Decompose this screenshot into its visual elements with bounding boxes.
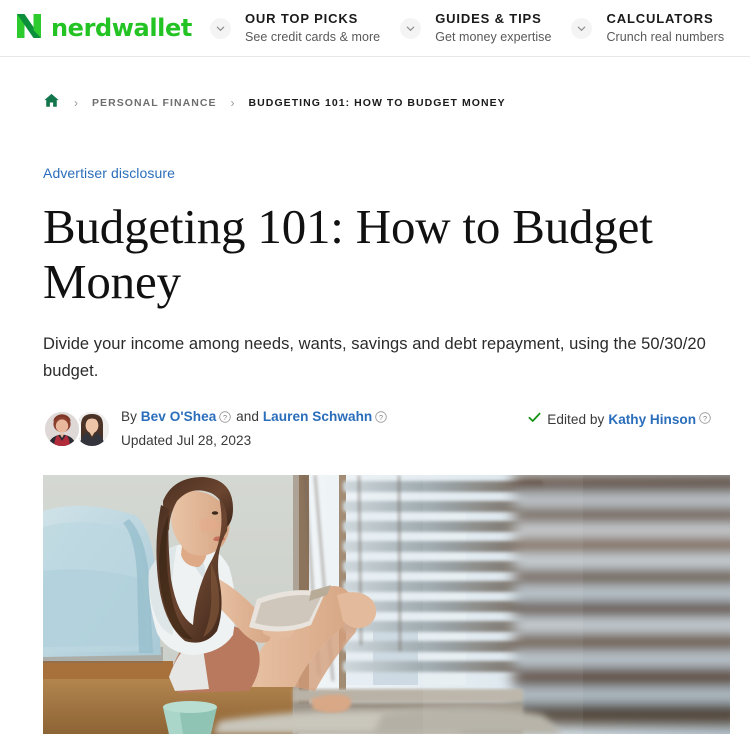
breadcrumb-item-personal-finance[interactable]: PERSONAL FINANCE — [92, 97, 217, 109]
nerdwallet-n-logo-icon — [14, 11, 44, 46]
author-link-lauren-schwahn[interactable]: Lauren Schwahn — [263, 409, 372, 424]
byline-row: By Bev O'Shea? and Lauren Schwahn? Updat… — [43, 407, 730, 451]
primary-nav: OUR TOP PICKS See credit cards & more GU… — [209, 11, 744, 45]
page-content: › PERSONAL FINANCE › BUDGETING 101: HOW … — [0, 92, 750, 734]
byline-editor: Edited by Kathy Hinson? — [528, 407, 712, 429]
svg-text:?: ? — [223, 412, 227, 421]
byline-text: By Bev O'Shea? and Lauren Schwahn? Updat… — [121, 407, 388, 451]
author-avatars — [43, 409, 111, 448]
breadcrumb: › PERSONAL FINANCE › BUDGETING 101: HOW … — [43, 92, 730, 114]
brand-logo-link[interactable]: nerdwallet — [14, 11, 192, 46]
nav-item-calculators[interactable]: CALCULATORS Crunch real numbers — [606, 11, 724, 45]
page-title: Budgeting 101: How to Budget Money — [43, 199, 653, 310]
breadcrumb-separator: › — [230, 96, 235, 110]
avatar[interactable] — [43, 409, 81, 448]
breadcrumb-item-current: BUDGETING 101: HOW TO BUDGET MONEY — [248, 97, 506, 109]
advertiser-disclosure-link[interactable]: Advertiser disclosure — [43, 165, 175, 181]
article-updated-date: Updated Jul 28, 2023 — [121, 433, 252, 449]
question-mark-info-icon[interactable]: ? — [219, 409, 232, 429]
article-deck: Divide your income among needs, wants, s… — [43, 334, 706, 380]
nav-item-title: GUIDES & TIPS — [435, 11, 542, 27]
chevron-down-icon-our-top-picks[interactable] — [209, 17, 231, 39]
byline-authors-line: By Bev O'Shea? and Lauren Schwahn? — [121, 407, 388, 429]
nav-item-subtitle: Get money expertise — [435, 29, 552, 44]
question-mark-info-icon[interactable]: ? — [375, 409, 388, 429]
svg-text:?: ? — [379, 412, 383, 421]
editor-link-kathy-hinson[interactable]: Kathy Hinson — [608, 412, 696, 427]
author-link-bev-oshea[interactable]: Bev O'Shea — [141, 409, 217, 424]
site-header: nerdwallet OUR TOP PICKS See credit card… — [0, 0, 750, 57]
nav-item-guides-tips[interactable]: GUIDES & TIPS Get money expertise — [435, 11, 551, 45]
nav-item-subtitle: See credit cards & more — [244, 29, 381, 44]
nav-item-title: CALCULATORS — [606, 11, 714, 27]
nav-item-subtitle: Crunch real numbers — [606, 29, 725, 44]
article-hero-image — [43, 474, 730, 734]
byline-conjunction: and — [236, 408, 259, 424]
nav-item-title: OUR TOP PICKS — [244, 11, 359, 27]
chevron-down-icon-guides-tips[interactable] — [400, 17, 422, 39]
nav-item-our-top-picks[interactable]: OUR TOP PICKS See credit cards & more — [245, 11, 380, 45]
edited-by-label: Edited by — [547, 412, 605, 427]
brand-wordmark: nerdwallet — [51, 14, 192, 42]
breadcrumb-separator: › — [74, 96, 78, 110]
home-icon[interactable] — [43, 92, 60, 114]
svg-text:?: ? — [703, 413, 707, 422]
byline-authors: By Bev O'Shea? and Lauren Schwahn? Updat… — [43, 407, 388, 451]
chevron-down-icon-calculators[interactable] — [571, 17, 593, 39]
question-mark-info-icon[interactable]: ? — [699, 411, 711, 429]
green-check-icon — [528, 411, 541, 429]
by-label: By — [121, 408, 137, 424]
